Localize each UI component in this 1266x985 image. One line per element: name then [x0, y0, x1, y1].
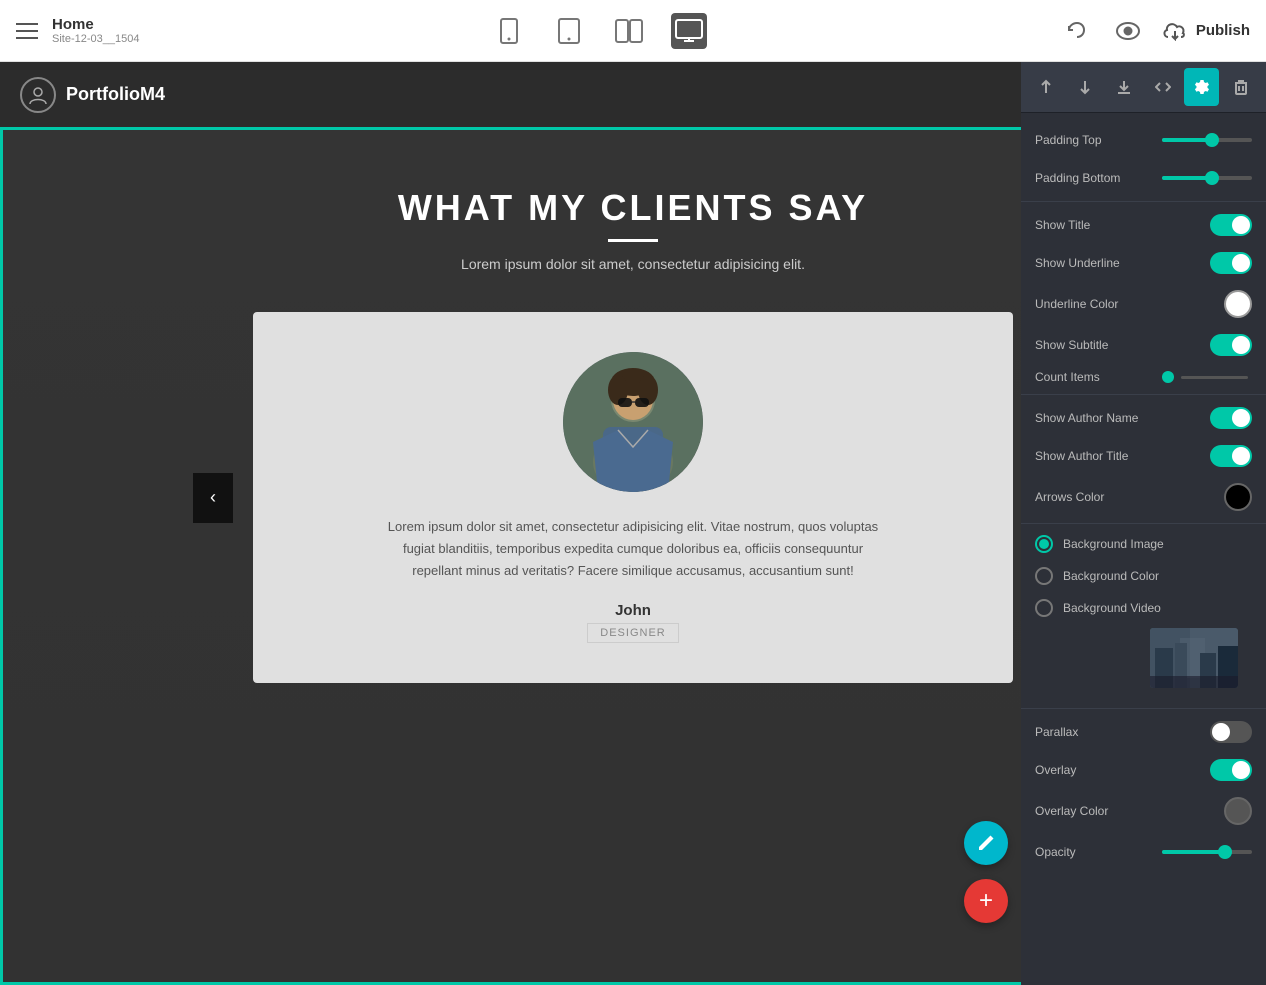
preview-button[interactable]	[1110, 13, 1146, 49]
arrows-color-row: Arrows Color	[1021, 475, 1266, 519]
panel-body: Padding Top Padding Bottom Show Title	[1021, 113, 1266, 879]
padding-bottom-label: Padding Bottom	[1035, 171, 1162, 185]
show-title-row: Show Title	[1021, 206, 1266, 244]
overlay-color-label: Overlay Color	[1035, 804, 1224, 818]
count-items-thumb[interactable]	[1162, 371, 1174, 383]
author-role: DESIGNER	[587, 623, 678, 643]
author-name: John	[615, 602, 651, 619]
background-color-radio[interactable]	[1035, 567, 1053, 585]
show-author-title-label: Show Author Title	[1035, 449, 1210, 463]
show-author-name-toggle[interactable]	[1210, 407, 1252, 429]
underline-color-swatch[interactable]	[1224, 290, 1252, 318]
device-splitview-button[interactable]	[611, 13, 647, 49]
show-subtitle-toggle[interactable]	[1210, 334, 1252, 356]
show-underline-label: Show Underline	[1035, 256, 1210, 270]
panel-code-button[interactable]	[1145, 68, 1180, 106]
show-underline-toggle[interactable]	[1210, 252, 1252, 274]
underline-color-row: Underline Color	[1021, 282, 1266, 326]
testimonial-wrapper: ‹	[253, 312, 1013, 683]
page-subtitle: Site-12-03__1504	[52, 33, 139, 45]
top-bar-right: Publish	[1058, 13, 1250, 49]
top-bar: Home Site-12-03__1504	[0, 0, 1266, 62]
testimonial-text: Lorem ipsum dolor sit amet, consectetur …	[383, 516, 883, 582]
underline-color-label: Underline Color	[1035, 297, 1224, 311]
page-title-area: Home Site-12-03__1504	[52, 16, 139, 45]
testimonial-card: Lorem ipsum dolor sit amet, consectetur …	[253, 312, 1013, 683]
settings-panel: Padding Top Padding Bottom Show Title	[1021, 62, 1266, 985]
panel-move-down-button[interactable]	[1068, 68, 1103, 106]
opacity-row: Opacity	[1021, 833, 1266, 871]
panel-download-button[interactable]	[1107, 68, 1142, 106]
background-color-option[interactable]: Background Color	[1021, 560, 1266, 592]
show-author-name-label: Show Author Name	[1035, 411, 1210, 425]
publish-label: Publish	[1196, 22, 1250, 39]
background-video-label: Background Video	[1063, 601, 1161, 615]
overlay-toggle[interactable]	[1210, 759, 1252, 781]
show-title-label: Show Title	[1035, 218, 1210, 232]
padding-top-label: Padding Top	[1035, 133, 1162, 147]
site-avatar	[20, 77, 56, 113]
show-subtitle-row: Show Subtitle	[1021, 326, 1266, 364]
count-items-row: Count Items	[1021, 364, 1266, 390]
divider-2	[1021, 394, 1266, 395]
site-title: PortfolioM4	[66, 84, 165, 105]
panel-toolbar	[1021, 62, 1266, 113]
device-mobile-button[interactable]	[491, 13, 527, 49]
device-switcher	[491, 13, 707, 49]
top-bar-left: Home Site-12-03__1504	[16, 16, 139, 45]
prev-arrow-button[interactable]: ‹	[193, 473, 233, 523]
page-title: Home	[52, 16, 139, 33]
hamburger-menu[interactable]	[16, 23, 38, 39]
fab-edit-button[interactable]	[964, 821, 1008, 865]
background-thumbnail[interactable]	[1150, 628, 1238, 688]
divider-3	[1021, 523, 1266, 524]
author-avatar-image	[563, 352, 703, 492]
parallax-label: Parallax	[1035, 725, 1210, 739]
device-tablet-button[interactable]	[551, 13, 587, 49]
section-title: WHAT MY CLIENTS SAY	[398, 187, 868, 229]
panel-delete-button[interactable]	[1223, 68, 1258, 106]
canvas-area: PortfolioM4 WHAT MY CLIENTS SAY Lorem ip…	[0, 62, 1266, 985]
show-title-toggle[interactable]	[1210, 214, 1252, 236]
show-author-title-row: Show Author Title	[1021, 437, 1266, 475]
overlay-color-row: Overlay Color	[1021, 789, 1266, 833]
opacity-label: Opacity	[1035, 845, 1162, 859]
undo-button[interactable]	[1058, 13, 1094, 49]
show-author-name-row: Show Author Name	[1021, 399, 1266, 437]
show-author-title-toggle[interactable]	[1210, 445, 1252, 467]
background-image-label: Background Image	[1063, 537, 1164, 551]
parallax-toggle[interactable]	[1210, 721, 1252, 743]
padding-top-row: Padding Top	[1021, 121, 1266, 159]
background-video-option[interactable]: Background Video	[1021, 592, 1266, 624]
fab-add-button[interactable]: +	[964, 879, 1008, 923]
background-image-option[interactable]: Background Image	[1021, 528, 1266, 560]
background-color-label: Background Color	[1063, 569, 1159, 583]
show-underline-row: Show Underline	[1021, 244, 1266, 282]
opacity-slider[interactable]	[1162, 850, 1252, 854]
divider-4	[1021, 708, 1266, 709]
padding-bottom-row: Padding Bottom	[1021, 159, 1266, 197]
padding-top-slider[interactable]	[1162, 138, 1252, 142]
site-logo: PortfolioM4	[20, 77, 165, 113]
publish-button[interactable]: Publish	[1162, 21, 1250, 41]
section-underline	[608, 239, 658, 242]
padding-bottom-slider[interactable]	[1162, 176, 1252, 180]
arrows-color-swatch[interactable]	[1224, 483, 1252, 511]
show-subtitle-label: Show Subtitle	[1035, 338, 1210, 352]
divider-1	[1021, 201, 1266, 202]
section-subtitle: Lorem ipsum dolor sit amet, consectetur …	[461, 256, 805, 272]
parallax-row: Parallax	[1021, 713, 1266, 751]
device-desktop-button[interactable]	[671, 13, 707, 49]
overlay-row: Overlay	[1021, 751, 1266, 789]
count-items-label: Count Items	[1035, 370, 1162, 384]
overlay-color-swatch[interactable]	[1224, 797, 1252, 825]
count-items-track[interactable]	[1181, 376, 1248, 379]
arrows-color-label: Arrows Color	[1035, 490, 1224, 504]
author-avatar	[563, 352, 703, 492]
overlay-label: Overlay	[1035, 763, 1210, 777]
panel-move-up-button[interactable]	[1029, 68, 1064, 106]
background-video-radio[interactable]	[1035, 599, 1053, 617]
panel-settings-button[interactable]	[1184, 68, 1219, 106]
background-image-radio[interactable]	[1035, 535, 1053, 553]
